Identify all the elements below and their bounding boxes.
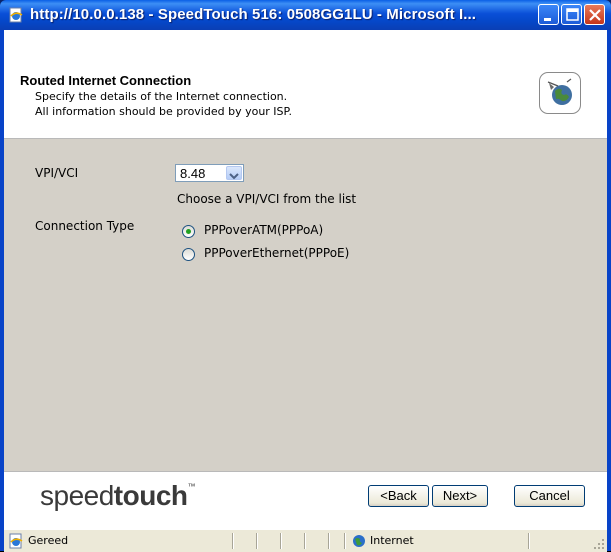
status-separator (344, 533, 345, 549)
close-button[interactable] (584, 4, 605, 25)
status-separator (280, 533, 281, 549)
connection-type-label: Connection Type (35, 219, 135, 233)
title-bar[interactable]: http://10.0.0.138 - SpeedTouch 516: 0508… (0, 0, 611, 30)
page-frame: Routed Internet Connection Specify the d… (4, 30, 607, 530)
vpivci-label: VPI/VCI (35, 166, 79, 180)
maximize-button[interactable] (561, 4, 582, 25)
status-text: Gereed (28, 534, 69, 547)
radio-pppoa[interactable] (182, 225, 195, 238)
status-separator (232, 533, 233, 549)
wizard-content (4, 139, 607, 471)
wizard-header: Routed Internet Connection Specify the d… (4, 30, 607, 139)
status-separator (304, 533, 305, 549)
back-button[interactable]: <Back (368, 485, 429, 507)
close-icon (589, 9, 601, 21)
wizard-footer: speedtouch™ <Back Next> Cancel (4, 471, 607, 530)
window-border-right (607, 30, 611, 551)
window-title: http://10.0.0.138 - SpeedTouch 516: 0508… (30, 6, 477, 23)
browser-window: http://10.0.0.138 - SpeedTouch 516: 0508… (0, 0, 611, 552)
vpivci-select[interactable]: 8.48 (175, 164, 244, 182)
radio-pppoa-label[interactable]: PPPoverATM(PPPoA) (204, 223, 323, 237)
radio-pppoe[interactable] (182, 248, 195, 261)
page-done-icon (9, 533, 23, 549)
cancel-button[interactable]: Cancel (514, 485, 585, 507)
status-bar: Gereed Internet (4, 529, 607, 552)
status-separator (256, 533, 257, 549)
zone-text: Internet (370, 534, 414, 547)
next-button[interactable]: Next> (432, 485, 488, 507)
minimize-button[interactable] (538, 4, 559, 25)
page-subtitle-2: All information should be provided by yo… (35, 105, 292, 118)
radio-pppoe-label[interactable]: PPPoverEthernet(PPPoE) (204, 246, 349, 260)
internet-zone-icon (353, 535, 365, 547)
chevron-down-icon[interactable] (226, 166, 242, 180)
status-separator (528, 533, 529, 549)
maximize-icon (566, 8, 579, 21)
status-separator (328, 533, 329, 549)
ie-page-icon (9, 7, 23, 23)
vpivci-hint: Choose a VPI/VCI from the list (177, 192, 357, 206)
speedtouch-logo: speedtouch™ (40, 480, 196, 511)
vpivci-selected-value: 8.48 (180, 166, 206, 181)
resize-grip-icon[interactable] (593, 538, 605, 550)
minimize-icon (544, 18, 551, 21)
globe-connection-icon (539, 72, 581, 114)
page-subtitle-1: Specify the details of the Internet conn… (35, 90, 288, 103)
page-title: Routed Internet Connection (20, 73, 192, 88)
